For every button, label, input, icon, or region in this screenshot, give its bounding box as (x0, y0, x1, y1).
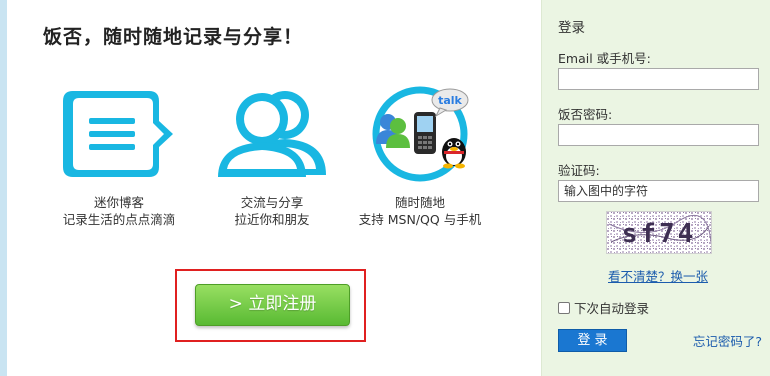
speech-bubble-list-icon (34, 84, 204, 184)
feature-anywhere: talk 随时随地 支持 MSN/QQ 与手机 (335, 84, 505, 228)
remember-checkbox[interactable] (558, 301, 570, 314)
intro-panel: 饭否，随时随地记录与分享！ 迷你博客 记录生活的点点滴滴 交流与分享 拉近你和朋… (7, 0, 541, 376)
feature-title: 迷你博客 (93, 195, 144, 210)
feature-title: 交流与分享 (240, 195, 304, 210)
feature-title: 随时随地 (394, 195, 445, 210)
captcha-label: 验证码: (558, 163, 600, 178)
forgot-password-link[interactable]: 忘记密码了? (693, 331, 762, 350)
devices-im-icon: talk (335, 84, 505, 184)
talk-badge: talk (438, 94, 462, 107)
password-field[interactable] (558, 124, 759, 146)
login-panel: 登录 Email 或手机号: 饭否密码: 验证码: sf74 看不清楚？换一张 (541, 0, 770, 376)
remember-label: 下次自动登录 (574, 301, 650, 316)
email-field[interactable] (558, 68, 759, 90)
email-label: Email 或手机号: (558, 51, 651, 66)
captcha-refresh-link[interactable]: 看不清楚？换一张 (608, 266, 708, 285)
password-label: 饭否密码: (558, 107, 613, 122)
headline: 饭否，随时随地记录与分享！ (43, 26, 304, 48)
captcha-input[interactable] (558, 180, 759, 202)
captcha-text: sf74 (622, 219, 697, 249)
feature-desc: 拉近你和朋友 (234, 212, 310, 227)
login-title: 登录 (558, 20, 585, 36)
register-button[interactable]: > 立即注册 (195, 284, 350, 326)
remember-login[interactable]: 下次自动登录 (558, 298, 649, 317)
captcha-image[interactable]: sf74 (606, 211, 712, 254)
feature-share: 交流与分享 拉近你和朋友 (187, 84, 357, 228)
feature-mini-blog: 迷你博客 记录生活的点点滴滴 (34, 84, 204, 228)
feature-desc: 记录生活的点点滴滴 (62, 212, 176, 227)
login-button[interactable]: 登 录 (558, 329, 627, 352)
people-icon (187, 84, 357, 184)
feature-desc: 支持 MSN/QQ 与手机 (358, 212, 482, 227)
